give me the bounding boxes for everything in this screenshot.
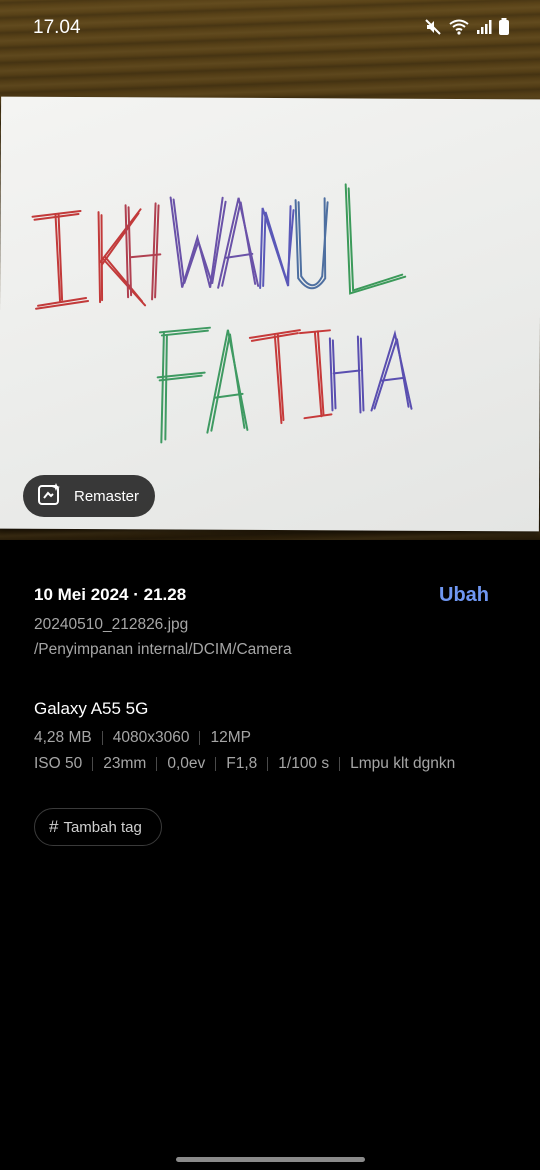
- home-indicator[interactable]: [176, 1157, 365, 1162]
- letter-F: [156, 326, 211, 444]
- file-specs-row: 4,28 MB 4080x3060 12MP: [34, 729, 251, 747]
- megapixels: 12MP: [210, 729, 251, 746]
- mute-icon: [424, 18, 442, 41]
- letter-A2: [206, 329, 249, 434]
- exposure-value: 0,0ev: [167, 755, 206, 772]
- edit-details-button[interactable]: Ubah: [439, 584, 489, 607]
- resolution: 4080x3060: [112, 729, 190, 746]
- details-panel: 10 Mei 2024 · 21.28 Ubah 20240510_212826…: [0, 540, 540, 1170]
- separator: [339, 757, 341, 771]
- file-size: 4,28 MB: [34, 729, 92, 746]
- letter-W: [169, 196, 227, 288]
- battery-icon: [498, 18, 510, 41]
- remaster-label: Remaster: [74, 487, 140, 505]
- remaster-icon: [37, 481, 63, 512]
- file-name: 20240510_212826.jpg: [34, 616, 189, 633]
- device-name: Galaxy A55 5G: [34, 699, 149, 718]
- iso-value: ISO 50: [34, 755, 83, 772]
- add-tag-label: Tambah tag: [63, 818, 142, 836]
- shutter-speed: 1/100 s: [278, 755, 330, 772]
- wifi-icon: [448, 18, 470, 41]
- separator: [101, 731, 103, 745]
- aperture: F1,8: [226, 755, 258, 772]
- letter-A3: [370, 329, 413, 412]
- letter-H: [124, 202, 162, 301]
- status-bar: 17.04: [0, 0, 540, 56]
- separator: [267, 757, 269, 771]
- separator: [156, 757, 158, 771]
- letter-L: [344, 183, 407, 295]
- flash-mode: Lmpu klt dgnkn: [350, 755, 456, 772]
- separator: [215, 757, 217, 771]
- letter-I1: [31, 210, 90, 310]
- hashtag-icon: #: [49, 817, 59, 836]
- separator: [92, 757, 94, 771]
- letter-T: [248, 329, 301, 425]
- file-path: /Penyimpanan internal/DCIM/Camera: [34, 641, 292, 658]
- letter-I2: [298, 329, 333, 420]
- paper-sheet: [0, 96, 540, 532]
- separator: [199, 731, 201, 745]
- photo-preview[interactable]: 17.04 Remaster: [0, 0, 540, 540]
- status-icons: [424, 18, 510, 41]
- letter-U: [294, 197, 329, 290]
- add-tag-button[interactable]: # Tambah tag: [34, 808, 162, 846]
- camera-specs-row: ISO 50 23mm 0,0ev F1,8 1/100 s Lmpu klt …: [34, 755, 455, 773]
- focal-length: 23mm: [103, 755, 147, 772]
- remaster-button[interactable]: Remaster: [23, 475, 155, 517]
- letter-N: [259, 205, 295, 289]
- photo-datetime: 10 Mei 2024 · 21.28: [34, 585, 187, 604]
- signal-icon: [476, 19, 492, 40]
- status-time: 17.04: [33, 17, 81, 38]
- handwriting-drawing: [31, 183, 413, 444]
- letter-H2: [328, 335, 365, 414]
